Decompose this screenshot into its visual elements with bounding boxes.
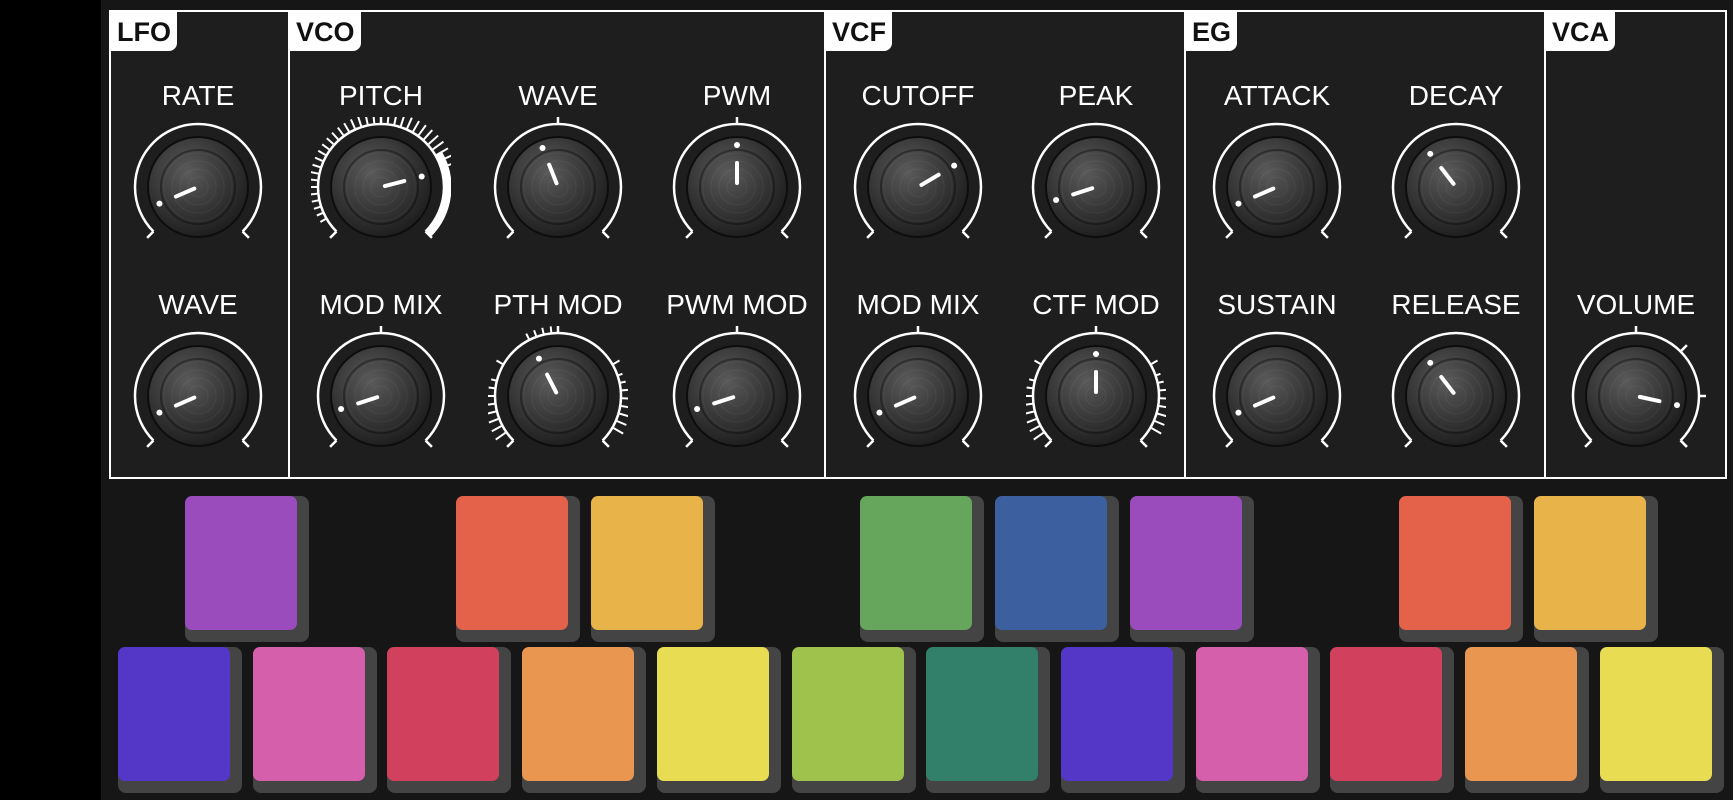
- eg-decay-label: DECAY: [1408, 80, 1504, 111]
- vcf-peak-knob[interactable]: [1026, 117, 1166, 257]
- lfo-wave-knob[interactable]: [128, 326, 268, 466]
- vcf-peak-label: PEAK: [1058, 80, 1134, 111]
- pad-face: [791, 647, 904, 781]
- pad-face: [456, 496, 568, 630]
- eg-release-knob[interactable]: [1386, 326, 1526, 466]
- white-key-pad[interactable]: [252, 647, 377, 793]
- pad-face: [1599, 647, 1712, 781]
- white-key-pad[interactable]: [1599, 647, 1724, 793]
- vco-pth-mod-label: PTH MOD: [493, 289, 623, 320]
- white-key-pad[interactable]: [118, 647, 242, 793]
- vca-volume-label: VOLUME: [1576, 289, 1696, 320]
- pad-face: [591, 496, 703, 630]
- pad-face: [1465, 647, 1577, 781]
- black-key-pad[interactable]: [1130, 496, 1254, 642]
- pad-face: [1399, 496, 1511, 630]
- black-key-pad[interactable]: [591, 496, 715, 642]
- lfo-wave-label: WAVE: [158, 289, 238, 320]
- black-key-pad[interactable]: [456, 496, 580, 642]
- pad-face: [995, 496, 1107, 630]
- vca-volume-knob[interactable]: [1566, 326, 1706, 466]
- vca-title: VCA: [1546, 12, 1616, 51]
- lfo-rate-label: RATE: [161, 80, 235, 111]
- pad-face: [1330, 647, 1443, 781]
- vco-pwm-mod-label: PWM MOD: [666, 289, 808, 320]
- white-key-pad[interactable]: [1330, 647, 1455, 793]
- black-key-pad[interactable]: [1534, 496, 1658, 642]
- vco-pitch-knob[interactable]: [311, 117, 451, 257]
- white-key-pad[interactable]: [926, 647, 1051, 793]
- eg-attack-label: ATTACK: [1223, 80, 1331, 111]
- eg-title: EG: [1186, 12, 1238, 51]
- black-key-pad[interactable]: [860, 496, 984, 642]
- white-key-pad[interactable]: [791, 647, 916, 793]
- black-key-pad[interactable]: [185, 496, 309, 642]
- vco-pwm-label: PWM: [702, 80, 772, 111]
- vco-pitch-label: PITCH: [339, 80, 423, 111]
- pad-face: [185, 496, 297, 630]
- white-key-pad[interactable]: [1195, 647, 1320, 793]
- pad-face: [656, 647, 769, 781]
- white-key-pad[interactable]: [522, 647, 647, 793]
- pad-face: [1195, 647, 1308, 781]
- eg-release-label: RELEASE: [1391, 289, 1521, 320]
- eg-attack-knob[interactable]: [1207, 117, 1347, 257]
- pad-face: [252, 647, 365, 781]
- lfo-rate-knob[interactable]: [128, 117, 268, 257]
- vcf-mod-mix-knob[interactable]: [848, 326, 988, 466]
- vco-title: VCO: [290, 12, 361, 51]
- synth-app: LFO VCO VCF EG VCA RATE WAVE PITCH WAVE …: [101, 0, 1733, 800]
- vco-mod-mix-knob[interactable]: [311, 326, 451, 466]
- vco-wave-label: WAVE: [518, 80, 598, 111]
- pad-face: [1060, 647, 1173, 781]
- lfo-title: LFO: [111, 12, 177, 51]
- white-key-pad[interactable]: [1060, 647, 1185, 793]
- pad-face: [1534, 496, 1646, 630]
- pad-face: [387, 647, 500, 781]
- vcf-title: VCF: [826, 12, 892, 51]
- black-key-pad[interactable]: [995, 496, 1119, 642]
- vcf-cutoff-label: CUTOFF: [861, 80, 975, 111]
- white-key-pad[interactable]: [656, 647, 781, 793]
- vco-pwm-mod-knob[interactable]: [667, 326, 807, 466]
- pad-face: [926, 647, 1039, 781]
- eg-decay-knob[interactable]: [1386, 117, 1526, 257]
- pad-face: [1130, 496, 1242, 630]
- vcf-cutoff-knob[interactable]: [848, 117, 988, 257]
- vco-pth-mod-knob[interactable]: [488, 326, 628, 466]
- white-key-pad[interactable]: [387, 647, 512, 793]
- pad-face: [118, 647, 230, 781]
- eg-sustain-label: SUSTAIN: [1217, 289, 1337, 320]
- pad-face: [860, 496, 972, 630]
- vco-wave-knob[interactable]: [488, 117, 628, 257]
- pad-face: [522, 647, 635, 781]
- eg-sustain-knob[interactable]: [1207, 326, 1347, 466]
- vco-pwm-knob[interactable]: [667, 117, 807, 257]
- vcf-mod-mix-label: MOD MIX: [856, 289, 980, 320]
- white-key-pad[interactable]: [1465, 647, 1589, 793]
- vcf-ctf-mod-knob[interactable]: [1026, 326, 1166, 466]
- vco-mod-mix-label: MOD MIX: [319, 289, 443, 320]
- black-key-pad[interactable]: [1399, 496, 1523, 642]
- vcf-ctf-mod-label: CTF MOD: [1032, 289, 1160, 320]
